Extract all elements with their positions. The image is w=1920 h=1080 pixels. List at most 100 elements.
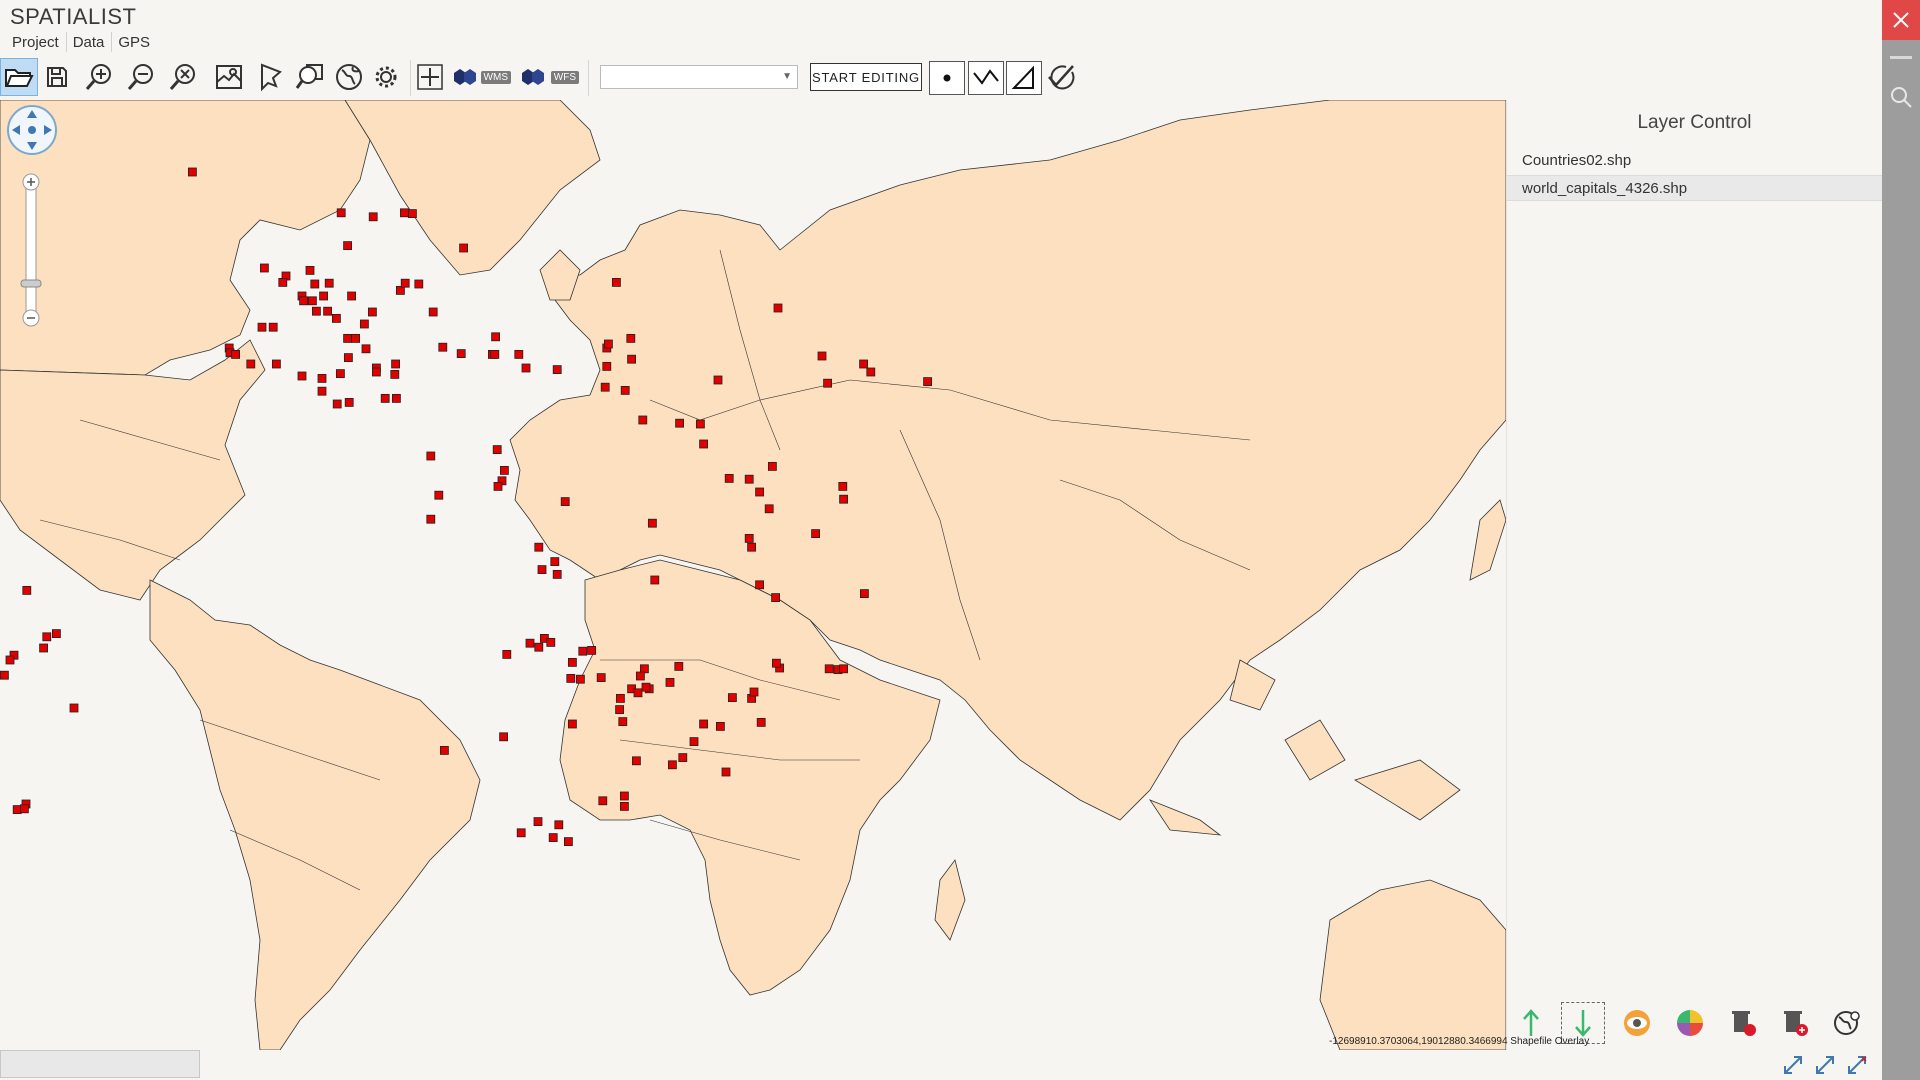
capital-marker[interactable]: [371, 367, 381, 377]
identify-button[interactable]: [251, 58, 289, 96]
capital-marker[interactable]: [823, 378, 832, 388]
capital-marker[interactable]: [317, 373, 327, 383]
capital-marker[interactable]: [537, 565, 547, 575]
globe-button[interactable]: [330, 58, 368, 96]
menu-project[interactable]: Project: [6, 32, 67, 52]
capital-marker[interactable]: [0, 670, 9, 680]
capital-marker[interactable]: [246, 359, 256, 369]
capital-marker[interactable]: [434, 490, 444, 500]
capital-marker[interactable]: [550, 557, 560, 567]
capital-marker[interactable]: [344, 397, 354, 407]
capital-marker[interactable]: [231, 349, 241, 359]
draw-line-button[interactable]: [968, 61, 1004, 95]
capital-marker[interactable]: [756, 718, 766, 727]
capital-marker[interactable]: [598, 796, 608, 806]
capital-marker[interactable]: [259, 263, 269, 273]
capital-marker[interactable]: [678, 753, 688, 762]
capital-marker[interactable]: [768, 461, 777, 471]
capital-marker[interactable]: [426, 451, 436, 461]
capital-marker[interactable]: [716, 722, 725, 731]
capital-marker[interactable]: [390, 369, 400, 379]
capital-marker[interactable]: [665, 678, 675, 687]
capital-marker[interactable]: [490, 349, 500, 359]
capital-marker[interactable]: [721, 767, 731, 777]
capital-marker[interactable]: [319, 291, 329, 301]
map-layers-button[interactable]: [210, 58, 248, 96]
layer-properties-button[interactable]: [1825, 1002, 1869, 1044]
capital-marker[interactable]: [648, 518, 657, 528]
layer-style-button[interactable]: [1668, 1002, 1712, 1044]
capital-marker[interactable]: [696, 419, 705, 429]
capital-marker[interactable]: [407, 209, 417, 218]
capital-marker[interactable]: [323, 306, 333, 316]
capital-marker[interactable]: [838, 481, 848, 491]
capital-marker[interactable]: [533, 817, 543, 826]
capital-marker[interactable]: [578, 646, 588, 656]
capital-marker[interactable]: [367, 307, 377, 317]
capital-marker[interactable]: [368, 212, 378, 222]
capital-marker[interactable]: [566, 674, 576, 683]
capital-marker[interactable]: [271, 359, 281, 369]
capital-marker[interactable]: [564, 837, 573, 846]
capital-marker[interactable]: [439, 746, 449, 755]
fullscreen-icon[interactable]: [1846, 1054, 1868, 1076]
capital-marker[interactable]: [568, 658, 577, 667]
capital-marker[interactable]: [39, 643, 48, 653]
capital-marker[interactable]: [548, 833, 558, 842]
capital-marker[interactable]: [491, 332, 501, 342]
capital-marker[interactable]: [749, 687, 759, 697]
capital-marker[interactable]: [811, 529, 820, 539]
capital-marker[interactable]: [627, 354, 636, 364]
zoom-out-button[interactable]: [122, 58, 160, 96]
capital-marker[interactable]: [525, 638, 535, 648]
capital-marker[interactable]: [689, 737, 699, 746]
capital-marker[interactable]: [391, 359, 401, 369]
toggle-visibility-button[interactable]: [1615, 1002, 1659, 1044]
add-feature-button[interactable]: [411, 58, 449, 96]
capital-marker[interactable]: [456, 349, 466, 359]
capital-marker[interactable]: [343, 353, 353, 363]
capital-marker[interactable]: [426, 514, 436, 524]
edit-layer-select[interactable]: ▼: [600, 65, 798, 89]
capital-marker[interactable]: [699, 439, 708, 449]
capital-marker[interactable]: [492, 445, 502, 455]
map-canvas[interactable]: [0, 100, 1506, 1050]
capital-marker[interactable]: [395, 285, 405, 295]
capital-marker[interactable]: [620, 802, 629, 811]
capital-marker[interactable]: [332, 399, 342, 409]
capital-marker[interactable]: [839, 494, 848, 504]
capital-marker[interactable]: [380, 393, 390, 403]
capital-marker[interactable]: [675, 418, 684, 428]
capital-marker[interactable]: [587, 646, 596, 655]
capital-marker[interactable]: [602, 361, 612, 371]
capital-marker[interactable]: [839, 664, 848, 674]
settings-button[interactable]: [367, 58, 405, 96]
remove-layer-button[interactable]: [1773, 1002, 1817, 1044]
capital-marker[interactable]: [347, 291, 357, 301]
capital-marker[interactable]: [747, 542, 756, 552]
capital-marker[interactable]: [668, 760, 677, 770]
capital-marker[interactable]: [69, 703, 79, 713]
capital-marker[interactable]: [636, 671, 645, 681]
capital-marker[interactable]: [331, 313, 341, 323]
capital-marker[interactable]: [620, 791, 629, 801]
capital-marker[interactable]: [305, 265, 315, 275]
capital-marker[interactable]: [772, 658, 781, 668]
finish-editing-button[interactable]: [1043, 58, 1081, 96]
capital-marker[interactable]: [22, 585, 32, 595]
capital-marker[interactable]: [860, 589, 869, 599]
capital-marker[interactable]: [596, 673, 606, 682]
capital-marker[interactable]: [257, 322, 267, 332]
capital-marker[interactable]: [638, 415, 648, 425]
capital-marker[interactable]: [335, 369, 345, 379]
capital-marker[interactable]: [351, 333, 361, 343]
capital-marker[interactable]: [764, 504, 774, 514]
capital-marker[interactable]: [521, 363, 531, 373]
capital-marker[interactable]: [502, 650, 512, 659]
start-editing-button[interactable]: START EDITING: [810, 63, 922, 91]
capital-marker[interactable]: [414, 279, 424, 289]
capital-marker[interactable]: [534, 642, 544, 652]
capital-marker[interactable]: [493, 481, 503, 491]
shrink-icon[interactable]: [1782, 1054, 1804, 1076]
capital-marker[interactable]: [641, 682, 651, 692]
